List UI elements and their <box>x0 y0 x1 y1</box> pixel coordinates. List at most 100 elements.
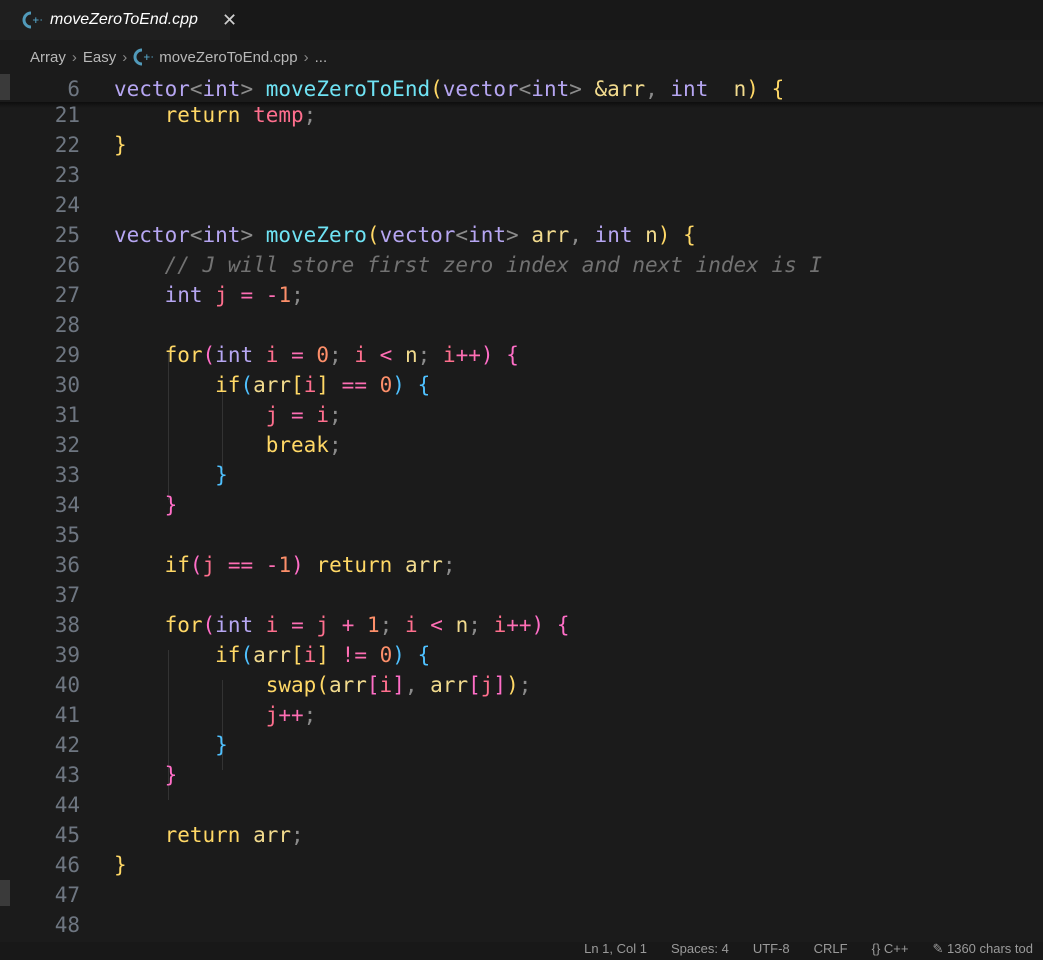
code-line[interactable]: 41 j++; <box>0 700 1043 730</box>
code-token: == <box>341 373 367 397</box>
code-text: j++; <box>114 700 317 730</box>
line-number[interactable]: 27 <box>0 280 80 310</box>
code-token: ++ <box>455 343 481 367</box>
code-token: 1 <box>367 613 380 637</box>
code-token: ; <box>442 553 456 577</box>
code-token: = <box>240 283 254 307</box>
breadcrumb-item-easy[interactable]: Easy <box>83 49 116 66</box>
line-number[interactable]: 37 <box>0 580 80 610</box>
char-count[interactable]: ✎ 1360 chars tod <box>932 942 1033 956</box>
code-line[interactable]: 43 } <box>0 760 1043 790</box>
code-token: temp <box>253 103 304 127</box>
line-number[interactable]: 25 <box>0 220 80 250</box>
line-number[interactable]: 34 <box>0 490 80 520</box>
indentation-setting[interactable]: Spaces: 4 <box>671 942 729 956</box>
line-number[interactable]: 36 <box>0 550 80 580</box>
tab-movezerotoend[interactable]: ++ moveZeroToEnd.cpp ✕ <box>0 0 237 40</box>
line-number[interactable]: 22 <box>0 130 80 160</box>
line-number[interactable]: 23 <box>0 160 80 190</box>
line-number[interactable]: 21 <box>0 100 80 130</box>
code-token: ; <box>291 823 304 847</box>
line-number[interactable]: 28 <box>0 310 80 340</box>
line-number[interactable]: 45 <box>0 820 80 850</box>
code-line[interactable]: 47 <box>0 880 1043 910</box>
encoding[interactable]: UTF-8 <box>753 942 790 956</box>
code-line[interactable]: 28 <box>0 310 1043 340</box>
code-token: < <box>430 613 443 637</box>
line-number[interactable]: 29 <box>0 340 80 370</box>
line-number[interactable]: 38 <box>0 610 80 640</box>
line-number[interactable]: 41 <box>0 700 80 730</box>
code-token: ) <box>480 343 494 367</box>
code-line[interactable]: 31 j = i; <box>0 400 1043 430</box>
line-number[interactable]: 30 <box>0 370 80 400</box>
code-token: , <box>569 223 595 247</box>
code-line[interactable]: 36 if(j == -1) return arr; <box>0 550 1043 580</box>
code-text: // J will store first zero index and nex… <box>114 250 822 280</box>
line-number[interactable]: 46 <box>0 850 80 880</box>
code-token: return <box>316 553 393 577</box>
line-number[interactable]: 32 <box>0 430 80 460</box>
code-token: == <box>227 553 254 577</box>
code-line[interactable]: 37 <box>0 580 1043 610</box>
line-number[interactable]: 31 <box>0 400 80 430</box>
code-line[interactable]: 25 vector<int> moveZero(vector<int> arr, … <box>0 220 1043 250</box>
code-line[interactable]: 44 <box>0 790 1043 820</box>
code-line[interactable]: 42 } <box>0 730 1043 760</box>
code-token: j <box>202 553 216 577</box>
code-line[interactable]: 46} <box>0 850 1043 880</box>
code-editor[interactable]: 6 vector<int> moveZeroToEnd(vector<int> &… <box>0 74 1043 942</box>
code-line[interactable]: 35 <box>0 520 1043 550</box>
code-token: } <box>215 463 228 487</box>
code-token: < <box>189 223 203 247</box>
code-line[interactable]: 38 for(int i = j + 1; i < n; i++) { <box>0 610 1043 640</box>
code-line[interactable]: 24 <box>0 190 1043 220</box>
line-number[interactable]: 44 <box>0 790 80 820</box>
close-icon[interactable]: ✕ <box>222 10 237 31</box>
code-line[interactable]: 30 if(arr[i] == 0) { <box>0 370 1043 400</box>
cursor-position[interactable]: Ln 1, Col 1 <box>584 942 647 956</box>
code-token: } <box>164 493 178 517</box>
code-line[interactable]: 48 <box>0 910 1043 940</box>
line-number[interactable]: 48 <box>0 910 80 940</box>
breadcrumb-item-array[interactable]: Array <box>30 49 66 66</box>
svg-text:++: ++ <box>143 53 153 63</box>
code-line[interactable]: 34 } <box>0 490 1043 520</box>
code-line[interactable]: 32 break; <box>0 430 1043 460</box>
line-ending[interactable]: CRLF <box>814 942 848 956</box>
language-mode[interactable]: {} C++ <box>872 942 909 956</box>
breadcrumb-item-file[interactable]: ++ moveZeroToEnd.cpp <box>133 48 298 66</box>
code-token: arr <box>430 673 469 697</box>
code-line[interactable]: 21 return temp; <box>0 100 1043 130</box>
code-line[interactable]: 45 return arr; <box>0 820 1043 850</box>
code-line[interactable]: 39 if(arr[i] != 0) { <box>0 640 1043 670</box>
code-line[interactable]: 26 // J will store first zero index and … <box>0 250 1043 280</box>
code-line[interactable]: 22} <box>0 130 1043 160</box>
code-text: if(arr[i] != 0) { <box>114 640 430 670</box>
breadcrumb-item-symbol[interactable]: ... <box>315 49 328 66</box>
line-number[interactable]: 42 <box>0 730 80 760</box>
code-line[interactable]: 29 for(int i = 0; i < n; i++) { <box>0 340 1043 370</box>
line-number[interactable]: 40 <box>0 670 80 700</box>
line-number[interactable]: 43 <box>0 760 80 790</box>
code-line[interactable]: 33 } <box>0 460 1043 490</box>
line-number[interactable]: 33 <box>0 460 80 490</box>
line-number[interactable]: 39 <box>0 640 80 670</box>
code-line[interactable]: 23 <box>0 160 1043 190</box>
code-line[interactable]: 40 swap(arr[i], arr[j]); <box>0 670 1043 700</box>
line-number[interactable]: 24 <box>0 190 80 220</box>
code-token: j <box>265 703 279 727</box>
code-token: ) <box>392 643 405 667</box>
line-number[interactable]: 47 <box>0 880 80 910</box>
line-number[interactable]: 35 <box>0 520 80 550</box>
code-line[interactable]: 27 int j = -1; <box>0 280 1043 310</box>
code-token: n <box>404 343 418 367</box>
line-number[interactable]: 26 <box>0 250 80 280</box>
